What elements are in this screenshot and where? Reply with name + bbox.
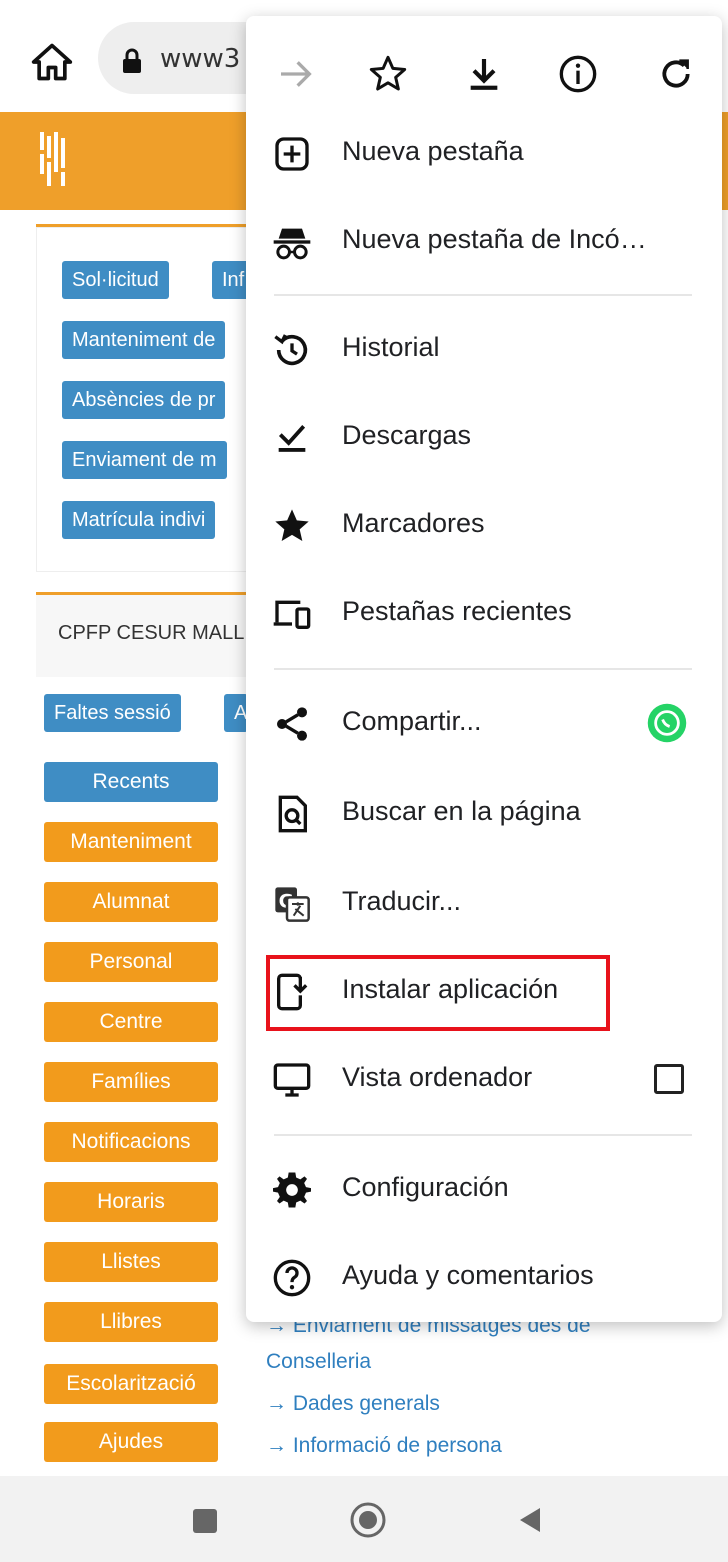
translate-icon: G (275, 887, 310, 922)
chip-a[interactable]: A (224, 694, 248, 732)
category-families[interactable]: Famílies (44, 1062, 218, 1102)
site-logo[interactable] (40, 130, 70, 188)
menu-item-share[interactable]: Compartir... (246, 680, 722, 768)
desktop-view-icon (273, 1063, 311, 1097)
settings-icon (273, 1172, 311, 1208)
home-nav-icon[interactable] (348, 1500, 388, 1540)
menu-item-bookmarks[interactable]: Marcadores (246, 482, 722, 570)
history-icon (274, 334, 308, 366)
new-tab-icon (275, 137, 309, 171)
category-recents[interactable]: Recents (44, 762, 218, 802)
menu-item-desktop-view[interactable]: Vista ordenador (246, 1036, 722, 1124)
chip-matricula[interactable]: Matrícula indivi (62, 501, 216, 539)
link-conselleria[interactable]: Conselleria (266, 1350, 371, 1374)
back-nav-icon[interactable] (514, 1504, 546, 1536)
help-icon (273, 1259, 311, 1297)
bookmark-star-icon[interactable] (368, 54, 408, 94)
whatsapp-icon[interactable] (646, 702, 688, 744)
info-icon[interactable] (558, 54, 598, 94)
recent-apps-icon[interactable] (190, 1506, 220, 1536)
chip-sollicitud[interactable]: Sol·licitud (62, 261, 169, 299)
quick-actions-card: Sol·licitud Inf Manteniment de Absències… (36, 224, 266, 572)
category-manteniment[interactable]: Manteniment (44, 822, 218, 862)
menu-item-find-in-page[interactable]: Buscar en la página (246, 770, 722, 858)
menu-divider (274, 1134, 692, 1136)
downloads-icon (278, 425, 306, 452)
link-dades-generals[interactable]: → Dades generals (266, 1392, 440, 1416)
chip-absencies[interactable]: Absències de pr (62, 381, 226, 419)
desktop-view-checkbox[interactable] (654, 1064, 684, 1094)
menu-item-settings[interactable]: Configuración (246, 1146, 722, 1234)
bookmarks-icon (275, 509, 309, 541)
chip-enviament[interactable]: Enviament de m (62, 441, 227, 479)
category-llibres[interactable]: Llibres (44, 1302, 218, 1342)
incognito-icon (273, 228, 311, 260)
category-alumnat[interactable]: Alumnat (44, 882, 218, 922)
category-ajudes[interactable]: Ajudes (44, 1422, 218, 1462)
category-personal[interactable]: Personal (44, 942, 218, 982)
menu-item-history[interactable]: Historial (246, 306, 722, 394)
menu-item-translate[interactable]: G Traducir... (246, 860, 722, 948)
forward-icon[interactable] (276, 54, 316, 94)
menu-item-incognito[interactable]: Nueva pestaña de Incó… (246, 198, 722, 286)
category-centre[interactable]: Centre (44, 1002, 218, 1042)
link-informacio-persona[interactable]: → Informació de persona (266, 1434, 502, 1458)
menu-divider (274, 668, 692, 670)
menu-item-label: Vista ordenador (342, 1062, 533, 1092)
category-horaris[interactable]: Horaris (44, 1182, 218, 1222)
menu-item-label: Traducir... (342, 886, 462, 916)
menu-item-new-tab[interactable]: Nueva pestaña (246, 110, 722, 198)
reload-icon[interactable] (656, 54, 696, 94)
menu-item-label: Compartir... (342, 706, 482, 736)
menu-item-label: Marcadores (342, 508, 485, 538)
menu-item-label: Nueva pestaña de Incó… (342, 224, 647, 254)
menu-item-label: Buscar en la página (342, 796, 581, 826)
menu-item-label: Configuración (342, 1172, 509, 1202)
recent-tabs-icon (273, 600, 311, 629)
url-text: www3 (160, 44, 241, 74)
download-icon[interactable] (464, 54, 504, 94)
menu-item-label: Historial (342, 332, 440, 362)
category-llistes[interactable]: Llistes (44, 1242, 218, 1282)
chip-manteniment[interactable]: Manteniment de (62, 321, 226, 359)
find-in-page-icon (278, 795, 307, 833)
menu-item-downloads[interactable]: Descargas (246, 394, 722, 482)
menu-divider (274, 294, 692, 296)
category-notificacions[interactable]: Notificacions (44, 1122, 218, 1162)
chip-faltes-sessio[interactable]: Faltes sessió (44, 694, 181, 732)
centre-name: CPFP CESUR MALL (58, 622, 245, 644)
menu-item-label: Nueva pestaña (342, 136, 524, 166)
menu-item-recent-tabs[interactable]: Pestañas recientes (246, 570, 722, 658)
highlight-box (266, 955, 610, 1031)
menu-item-label: Pestañas recientes (342, 596, 572, 626)
menu-item-help[interactable]: Ayuda y comentarios (246, 1234, 722, 1322)
category-escolaritzacio[interactable]: Escolarització (44, 1364, 218, 1404)
lock-icon (123, 48, 141, 73)
share-icon (277, 707, 307, 741)
menu-item-label: Descargas (342, 420, 472, 450)
menu-toolbar (246, 16, 722, 108)
home-icon[interactable] (30, 40, 74, 84)
menu-item-label: Ayuda y comentarios (342, 1260, 594, 1290)
